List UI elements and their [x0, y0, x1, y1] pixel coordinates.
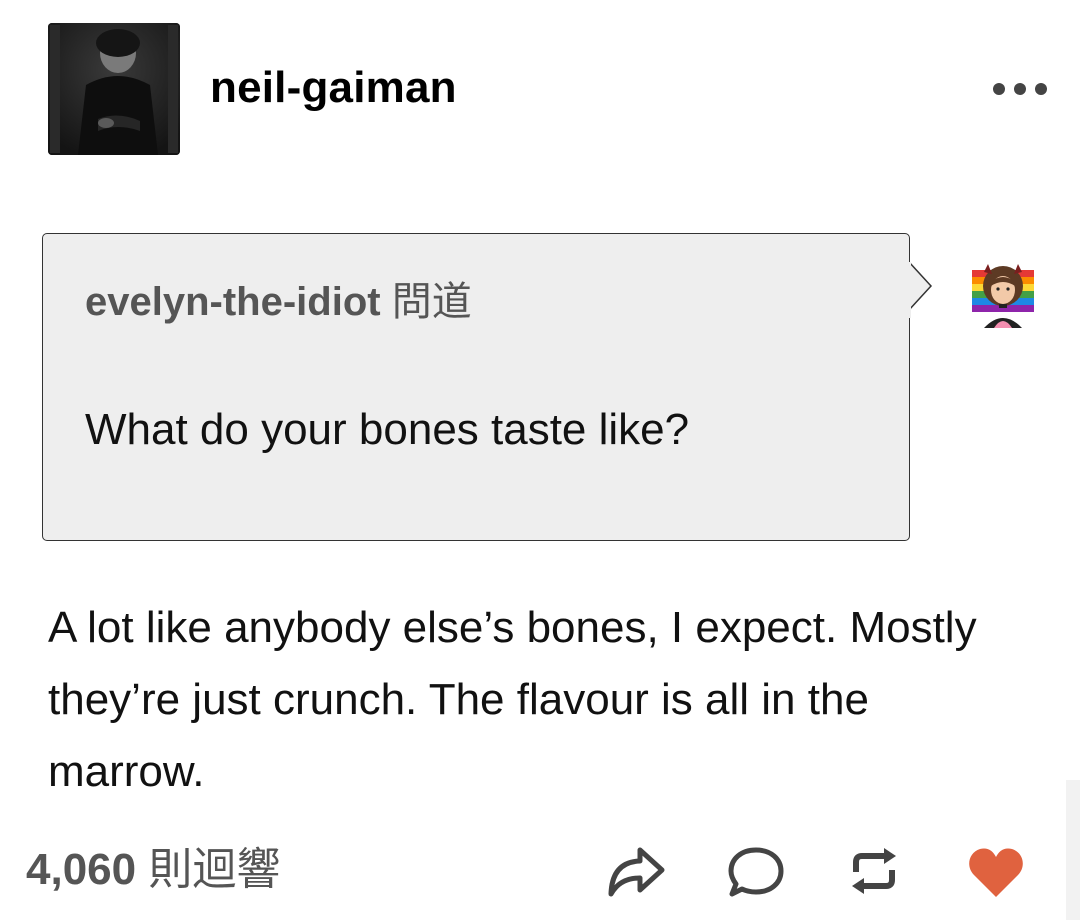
notes-label: 則迴響 — [148, 845, 281, 894]
author-avatar[interactable] — [48, 23, 180, 155]
post-container: neil-gaiman evelyn-the-idiot 問道 What do … — [0, 0, 1080, 920]
asker-username[interactable]: evelyn-the-idiot — [85, 280, 381, 324]
author-username[interactable]: neil-gaiman — [210, 62, 457, 114]
ask-bubble-tail — [908, 262, 933, 318]
like-icon — [969, 848, 1023, 897]
reply-icon — [728, 847, 784, 897]
asker-avatar[interactable] — [966, 256, 1040, 328]
reblog-icon — [852, 848, 896, 894]
share-icon — [608, 847, 665, 897]
asked-label: 問道 — [391, 280, 472, 324]
like-button[interactable] — [964, 840, 1028, 904]
answer-text: A lot like anybody else’s bones, I expec… — [48, 603, 977, 796]
reblog-button[interactable] — [842, 840, 906, 904]
reply-button[interactable] — [724, 840, 788, 904]
asker-line: evelyn-the-idiot 問道 — [85, 278, 472, 326]
ellipsis-icon — [993, 83, 1047, 95]
notes-count: 4,060 — [26, 845, 137, 894]
share-button[interactable] — [604, 840, 668, 904]
more-options-button[interactable] — [988, 74, 1052, 104]
ask-bubble: evelyn-the-idiot 問道 What do your bones t… — [42, 233, 910, 541]
scrollbar-track[interactable] — [1066, 780, 1080, 920]
ask-question: What do your bones taste like? — [85, 405, 690, 454]
notes-count-link[interactable]: 4,060 則迴響 — [26, 840, 280, 900]
